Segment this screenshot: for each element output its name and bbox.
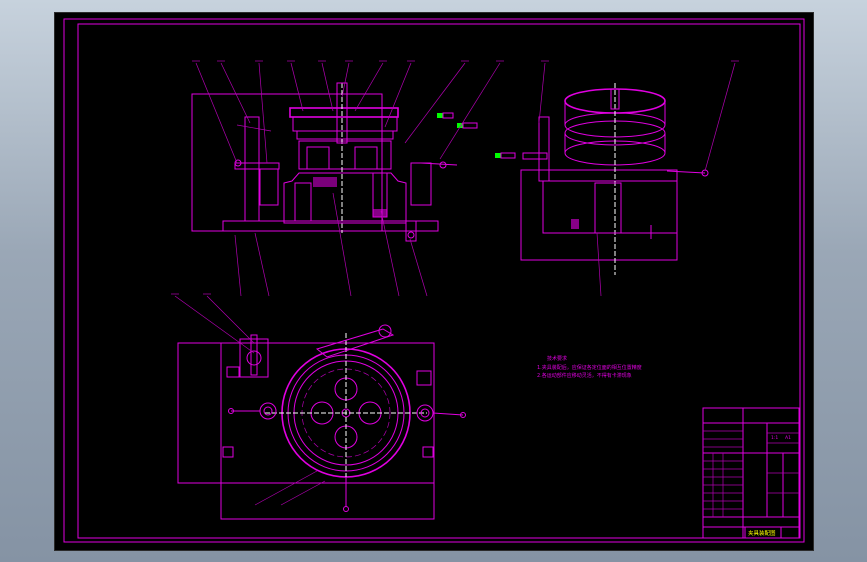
tb-drawing-name: 夹具装配图	[748, 529, 776, 537]
note-title: 技术要求	[547, 355, 567, 362]
note-line-1: 1.夹具装配后，应保证各定位面的相互位置精度	[537, 364, 642, 371]
side-view	[495, 60, 739, 297]
note-line-2: 2.各运动部件应移动灵活，不得有卡滞现象	[537, 372, 632, 379]
technical-notes: 技术要求 1.夹具装配后，应保证各定位面的相互位置精度 2.各运动部件应移动灵活…	[537, 355, 642, 379]
tb-scale: 1:1	[771, 435, 778, 441]
front-view	[191, 60, 504, 297]
cad-drawing: 技术要求 1.夹具装配后，应保证各定位面的相互位置精度 2.各运动部件应移动灵活…	[63, 18, 805, 543]
cad-viewport[interactable]: 技术要求 1.夹具装配后，应保证各定位面的相互位置精度 2.各运动部件应移动灵活…	[54, 12, 814, 551]
inner-frame	[77, 23, 801, 539]
tb-sheet: A1	[785, 435, 791, 441]
plan-view	[171, 293, 466, 520]
title-block: 1:1 A1 夹具装配图	[702, 407, 800, 539]
